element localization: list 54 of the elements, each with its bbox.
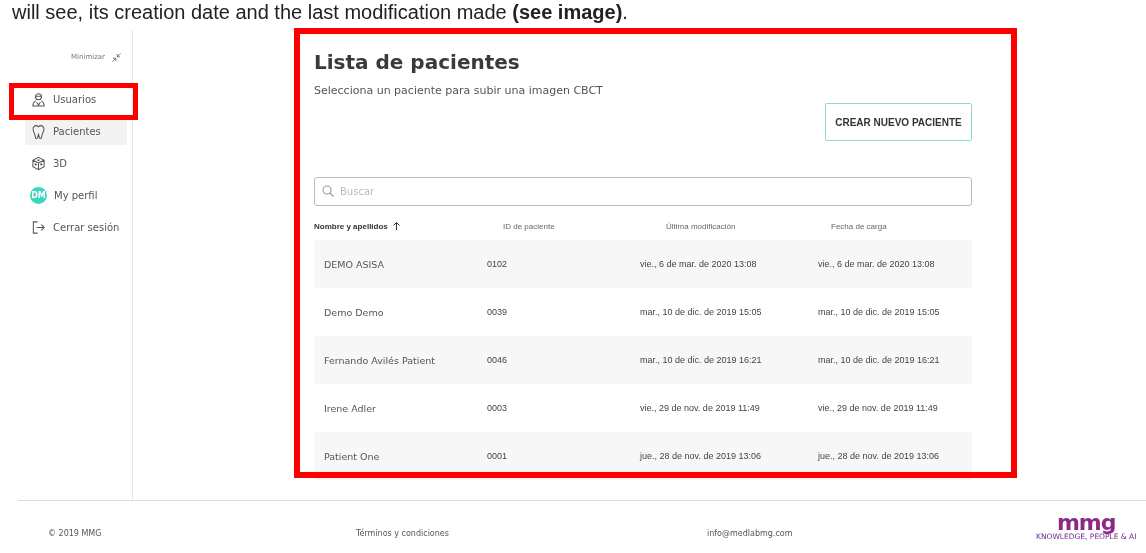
sidebar-item[interactable]: Pacientes — [25, 118, 127, 145]
page-subtitle: Selecciona un paciente para subir una imagen CBCT — [314, 84, 604, 98]
minimize-icon — [111, 51, 122, 63]
sidebar-item[interactable]: 3D — [25, 150, 127, 177]
table-cell-text: mar., 10 de dic. de 2019 15:05 — [818, 307, 941, 317]
table-cell-text: mar., 10 de dic. de 2019 16:21 — [640, 355, 763, 365]
patient-row[interactable]: Irene Adler 0003 vie., 29 de nov. de 2019 11:49 vie., 29 de nov. de 2019 11:49 — [314, 384, 972, 432]
column-header[interactable]: Fecha de carga — [818, 221, 972, 231]
patient-row[interactable]: DEMO ASISA 0102 vie., 6 de mar. de 2020 13:08 vie., 6 de mar. de 2020 13:08 — [314, 240, 972, 288]
email-link[interactable]: info@medlabmg.com — [707, 529, 793, 538]
sort-arrow-icon — [392, 222, 400, 230]
column-header[interactable]: ID de paciente — [487, 221, 640, 231]
create-patient-button[interactable]: CREAR NUEVO PACIENTE — [825, 103, 972, 141]
table-cell-text: mar., 10 de dic. de 2019 16:21 — [818, 355, 941, 365]
search-field[interactable]: Buscar — [314, 177, 972, 206]
table-cell-text: vie., 6 de mar. de 2020 13:08 — [818, 259, 936, 269]
table-cell-text: vie., 6 de mar. de 2020 13:08 — [640, 259, 758, 269]
table-cell-text: jue., 28 de nov. de 2019 13:06 — [640, 451, 762, 461]
page-title: Lista de pacientes — [314, 50, 521, 74]
sidebar-item[interactable]: Usuarios — [25, 86, 127, 113]
tooth-icon — [31, 124, 46, 139]
patient-row[interactable]: Demo Demo 0039 mar., 10 de dic. de 2019 15:05 mar., 10 de dic. de 2019 15:05 — [314, 288, 972, 336]
caption-text: will see, its creation date and the last modification made (see image). — [12, 0, 629, 24]
sidebar-label: 3D — [53, 158, 68, 169]
sidebar-label: Pacientes — [53, 126, 101, 137]
logo-text: mmg — [1056, 514, 1116, 532]
table-cell-text: Patient One — [323, 450, 381, 462]
table-cell-text: 0039 — [487, 307, 509, 317]
cube-icon — [31, 156, 46, 171]
table-cell-text: mar., 10 de dic. de 2019 15:05 — [640, 307, 763, 317]
avatar-badge: DM — [30, 187, 47, 204]
table-cell-text: vie., 29 de nov. de 2019 11:49 — [818, 403, 939, 413]
sidebar-label: My perfil — [54, 190, 98, 201]
logout-icon — [31, 220, 46, 235]
table-cell-text: vie., 29 de nov. de 2019 11:49 — [640, 403, 761, 413]
copyright-text: © 2019 MMG — [48, 529, 102, 538]
user-icon — [31, 92, 46, 107]
table-cell-text: Irene Adler — [323, 402, 377, 414]
column-header[interactable]: Nombre y apellidos — [314, 221, 487, 231]
sidebar-item[interactable]: Cerrar sesión — [25, 214, 127, 241]
table-cell-text: DEMO ASISA — [323, 258, 386, 270]
column-header[interactable]: Última modificación — [640, 221, 818, 231]
table-cell-text: jue., 28 de nov. de 2019 13:06 — [818, 451, 940, 461]
sidebar-label: Usuarios — [53, 94, 97, 105]
terms-link[interactable]: Términos y condiciones — [356, 529, 449, 538]
patient-row[interactable]: Fernando Avilés Patient 0046 mar., 10 de dic. de 2019 16:21 mar., 10 de dic. de 2019 16:21 — [314, 336, 972, 384]
table-cell-text: 0003 — [487, 403, 509, 413]
table-cell-text: Demo Demo — [323, 306, 385, 318]
sidebar-item[interactable]: DM My perfil — [25, 182, 127, 209]
table-cell-text: 0001 — [487, 451, 509, 461]
table-cell-text: 0046 — [487, 355, 509, 365]
sidebar-label: Cerrar sesión — [53, 222, 120, 233]
table-cell-text: 0102 — [487, 259, 509, 269]
table-cell-text: Fernando Avilés Patient — [323, 354, 436, 366]
